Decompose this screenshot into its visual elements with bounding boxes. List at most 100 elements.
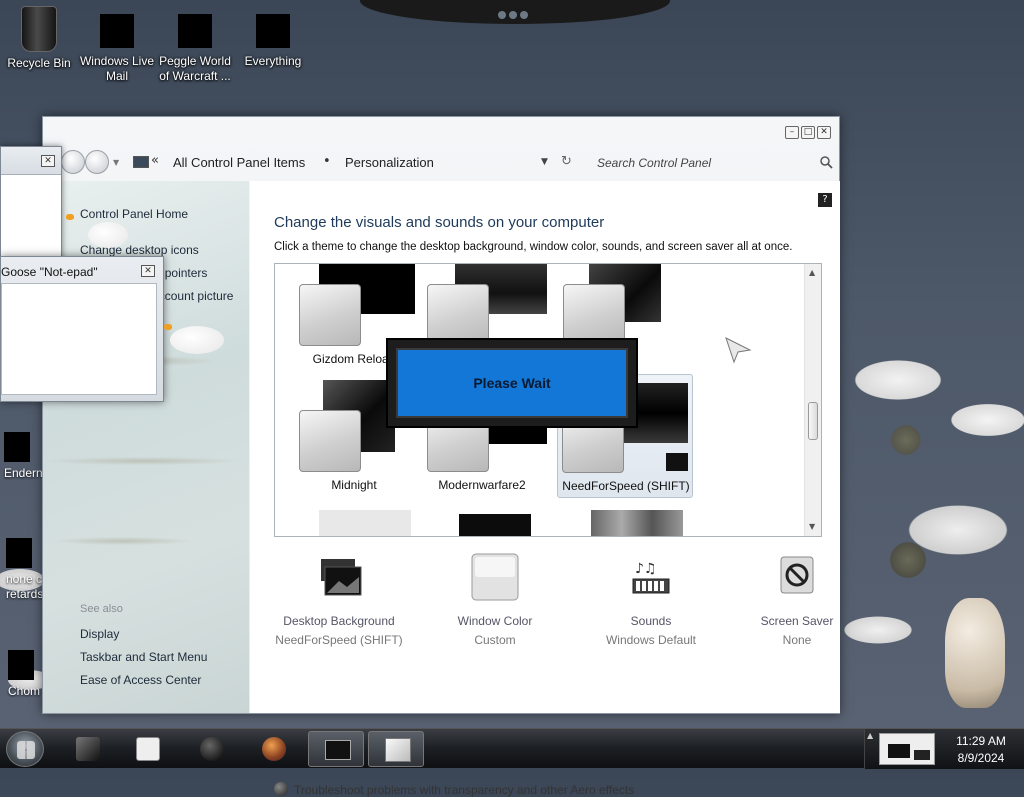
notepad-text-area[interactable] xyxy=(1,283,157,395)
black-orb-icon xyxy=(200,737,224,761)
desktop-icon-partial[interactable]: Endern xyxy=(4,432,43,481)
theme-preview xyxy=(666,453,688,471)
media-player-icon xyxy=(136,737,160,761)
mouse-cursor-icon xyxy=(725,337,752,364)
tray-overflow-icon[interactable]: ▲ xyxy=(867,731,873,740)
goose-sprite xyxy=(170,326,224,354)
notepad-icon xyxy=(385,738,411,762)
window-title: Goose "Not-epad" xyxy=(1,265,98,279)
desktop-icon-label: Peggle World of Warcraft ... xyxy=(159,54,231,83)
address-dropdown-icon[interactable]: ▼ xyxy=(541,157,548,167)
close-icon[interactable]: ✕ xyxy=(41,155,55,167)
troubleshoot-icon xyxy=(274,782,288,796)
close-icon[interactable]: ✕ xyxy=(141,265,155,277)
setting-label: Desktop Background xyxy=(283,614,395,628)
troubleshoot-label: Troubleshoot problems with transparency … xyxy=(294,783,635,797)
search-input[interactable] xyxy=(593,151,833,175)
taskbar-button[interactable] xyxy=(246,731,302,767)
desktop-icon-label: none c retards xyxy=(6,572,44,601)
desktop-icon-windows-live-mail[interactable]: Windows Live Mail xyxy=(78,6,156,84)
see-also-header: See also xyxy=(80,603,123,615)
scroll-down-icon[interactable]: ▼ xyxy=(809,522,815,531)
everything-icon xyxy=(256,14,290,48)
setting-label: Sounds xyxy=(630,614,672,628)
desktop-icon-everything[interactable]: Everything xyxy=(234,6,312,69)
desktop-icon-label: Recycle Bin xyxy=(7,56,71,70)
minimize-button[interactable]: – xyxy=(785,126,799,139)
breadcrumb-overflow[interactable]: « xyxy=(151,153,159,168)
theme-glass-preview xyxy=(299,284,361,346)
goose-notepad-window: Goose "Not-epad" ✕ xyxy=(0,256,164,402)
close-button[interactable]: ✕ xyxy=(817,126,831,139)
help-icon[interactable]: ? xyxy=(818,193,832,207)
firefox-icon xyxy=(262,737,286,761)
control-panel-icon xyxy=(325,740,351,760)
main-content: ? Change the visuals and sounds on your … xyxy=(250,181,840,797)
app-icon xyxy=(4,432,30,462)
desktop-icon-partial[interactable]: Chom xyxy=(8,650,40,699)
window-color-icon xyxy=(471,553,519,601)
theme-item[interactable] xyxy=(549,508,687,536)
setting-value: None xyxy=(782,633,812,647)
goose-sprite xyxy=(88,222,128,248)
taskbar-button[interactable] xyxy=(60,731,116,767)
setting-label: Window Color xyxy=(457,614,533,628)
setting-label: Screen Saver xyxy=(760,614,834,628)
please-wait-text: Please Wait xyxy=(396,348,628,418)
theme-glass-preview xyxy=(427,284,489,346)
breadcrumb-all-control-panel-items[interactable]: All Control Panel Items xyxy=(173,155,305,170)
taskbar-button[interactable] xyxy=(120,731,176,767)
screen-saver-icon xyxy=(780,556,814,594)
see-also-link-ease-of-access[interactable]: Ease of Access Center xyxy=(80,673,201,687)
theme-item[interactable] xyxy=(285,508,423,536)
tray-thumbnail[interactable] xyxy=(879,733,935,765)
theme-preview xyxy=(591,510,683,536)
app-black-cube-icon xyxy=(76,737,100,761)
troubleshoot-link[interactable]: Troubleshoot problems with transparency … xyxy=(274,782,634,797)
taskbar-button[interactable] xyxy=(184,731,240,767)
theme-list-scrollbar[interactable]: ▲ ▼ xyxy=(804,264,821,536)
setting-desktop-background[interactable]: Desktop Background NeedForSpeed (SHIFT) xyxy=(264,553,414,647)
desktop-icon-label: Windows Live Mail xyxy=(79,54,155,83)
start-button[interactable] xyxy=(6,731,44,767)
breadcrumb-separator: • xyxy=(323,154,331,169)
sounds-icon: ♪♫ xyxy=(632,561,670,594)
recent-pages-dropdown-icon[interactable]: ▼ xyxy=(113,158,119,167)
breadcrumb-personalization[interactable]: Personalization xyxy=(345,155,434,170)
tray-thumb-shape xyxy=(914,750,930,760)
taskbar-button-control-panel[interactable] xyxy=(308,731,364,767)
scroll-thumb[interactable] xyxy=(808,402,818,440)
clock-time[interactable]: 11:29 AM xyxy=(943,734,1019,748)
taskbar: ▲ 11:29 AM 8/9/2024 xyxy=(0,728,1024,769)
setting-screen-saver[interactable]: Screen Saver None xyxy=(722,553,872,647)
theme-glass-preview xyxy=(563,284,625,346)
desktop-icon-recycle-bin[interactable]: Recycle Bin xyxy=(0,6,78,71)
setting-sounds[interactable]: ♪♫ Sounds Windows Default xyxy=(576,553,726,647)
window-controls: – □ ✕ xyxy=(785,126,831,139)
theme-name: Midnight xyxy=(331,478,377,492)
back-button[interactable] xyxy=(61,150,85,174)
taskbar-button-notepad[interactable] xyxy=(368,731,424,767)
see-also-link-taskbar[interactable]: Taskbar and Start Menu xyxy=(80,650,207,664)
forward-button[interactable] xyxy=(85,150,109,174)
setting-window-color[interactable]: Window Color Custom xyxy=(420,553,570,647)
sidebar-link-control-panel-home[interactable]: Control Panel Home xyxy=(80,207,188,221)
clock-date[interactable]: 8/9/2024 xyxy=(943,751,1019,765)
scroll-up-icon[interactable]: ▲ xyxy=(809,268,815,277)
maximize-button[interactable]: □ xyxy=(801,126,815,139)
svg-text:♪♫: ♪♫ xyxy=(635,561,657,577)
setting-value: NeedForSpeed (SHIFT) xyxy=(275,633,403,647)
desktop-icon-peggle[interactable]: Peggle World of Warcraft ... xyxy=(156,6,234,84)
page-subtitle: Click a theme to change the desktop back… xyxy=(274,241,793,253)
top-dock xyxy=(360,0,670,24)
tray-thumb-shape xyxy=(888,744,910,758)
recycle-bin-icon xyxy=(21,6,57,52)
refresh-icon[interactable]: ↻ xyxy=(561,154,572,169)
app-icon xyxy=(8,650,34,680)
search-icon[interactable] xyxy=(819,155,833,169)
desktop-icon-partial[interactable]: none c retards xyxy=(6,538,46,602)
theme-name: NeedForSpeed (SHIFT) xyxy=(562,479,690,493)
theme-item[interactable] xyxy=(413,508,551,536)
setting-value: Windows Default xyxy=(605,633,697,647)
see-also-link-display[interactable]: Display xyxy=(80,627,119,641)
